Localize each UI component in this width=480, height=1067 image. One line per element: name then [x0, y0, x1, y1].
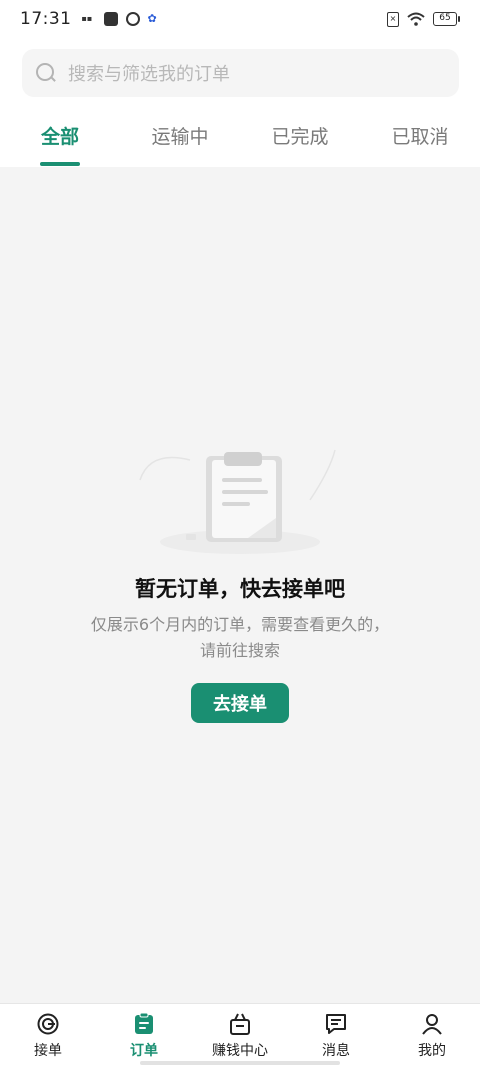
status-time: 17:31	[20, 9, 72, 29]
tab-completed[interactable]: 已完成	[240, 122, 360, 167]
go-take-orders-button[interactable]: 去接单	[191, 683, 289, 723]
status-right-icons: × 65	[387, 11, 460, 27]
order-icon	[135, 1012, 153, 1034]
radar-icon	[37, 1013, 59, 1035]
nav-label-earn-center: 赚钱中心	[212, 1043, 268, 1059]
search-input[interactable]: 搜索与筛选我的订单	[22, 49, 459, 97]
home-indicator[interactable]	[140, 1061, 340, 1065]
clipboard-icon	[139, 449, 336, 554]
nav-item-earn-center[interactable]: 赚钱中心	[192, 1012, 288, 1060]
search-placeholder: 搜索与筛选我的订单	[68, 64, 230, 85]
nav-item-profile[interactable]: 我的	[384, 1012, 480, 1060]
nav-item-messages[interactable]: 消息	[288, 1012, 384, 1060]
message-icon	[326, 1014, 346, 1034]
empty-description: 仅展示6个月内的订单，需要查看更久的， 请前往搜索	[60, 612, 420, 664]
tab-cancelled[interactable]: 已取消	[360, 122, 480, 167]
battery-level: 65	[433, 12, 457, 26]
nav-label-take-orders: 接单	[34, 1043, 62, 1059]
nav-item-take-orders[interactable]: 接单	[0, 1012, 96, 1060]
search-icon	[36, 63, 56, 83]
empty-description-line2: 请前往搜索	[199, 641, 280, 660]
user-icon	[422, 1014, 442, 1035]
status-left-icons: ▪▪ ✿	[82, 12, 162, 26]
sim-icon: ×	[387, 11, 399, 27]
tab-underline	[40, 162, 80, 166]
order-tabs: 全部 运输中 已完成 已取消	[0, 122, 480, 167]
header: 搜索与筛选我的订单 全部 运输中 已完成 已取消	[0, 38, 480, 167]
nav-label-messages: 消息	[322, 1043, 350, 1059]
status-bar: 17:31 ▪▪ ✿ × 65	[0, 0, 480, 38]
nav-label-profile: 我的	[418, 1043, 446, 1059]
nav-item-orders[interactable]: 订单	[96, 1012, 192, 1060]
tab-in-transit[interactable]: 运输中	[120, 122, 240, 167]
empty-description-line1: 仅展示6个月内的订单，需要查看更久的，	[90, 615, 390, 634]
baidu-icon: ✿	[147, 12, 157, 25]
bottom-nav: 接单 订单 赚钱中心 消息 我的	[0, 1003, 480, 1067]
notification-icon: ▪▪	[81, 14, 93, 23]
sync-icon	[125, 12, 140, 26]
empty-title: 暂无订单，快去接单吧	[135, 577, 345, 601]
message-icon	[103, 12, 118, 26]
battery-icon: 65	[433, 12, 460, 26]
nav-label-orders: 订单	[130, 1043, 158, 1059]
tab-all[interactable]: 全部	[0, 122, 120, 167]
shopping-basket-icon	[230, 1013, 250, 1035]
wifi-icon	[407, 12, 425, 26]
